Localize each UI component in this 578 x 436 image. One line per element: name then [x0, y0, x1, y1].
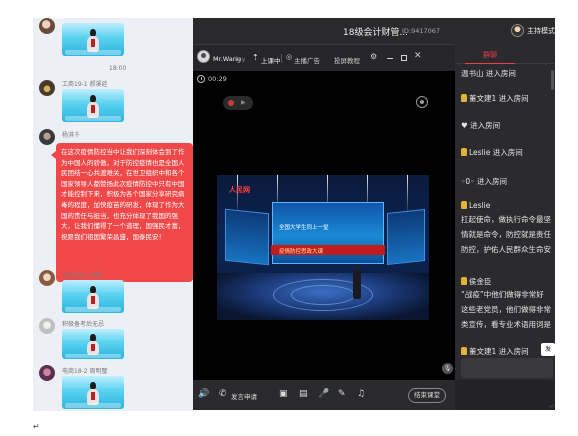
- presenter-name-suffix: lay: [236, 55, 246, 63]
- timestamp: 18:00: [109, 65, 127, 72]
- clock-icon: [197, 75, 205, 83]
- record-control[interactable]: ▶: [223, 96, 253, 110]
- window-title: 18级会计财管...: [343, 28, 409, 38]
- restore-icon[interactable]: [401, 55, 407, 61]
- member-badge-icon: [461, 94, 467, 102]
- video-thumbnail[interactable]: [62, 89, 124, 122]
- chat-message-line: 防控，护佑人民群众生命安: [461, 245, 551, 254]
- member-badge-icon: [461, 201, 467, 209]
- chat-tabs: 群聊: [455, 44, 555, 64]
- cast-tutorial-button[interactable]: 投屏教程: [334, 55, 360, 65]
- host-avatar[interactable]: [511, 24, 524, 37]
- speak-request-button[interactable]: 发言申请: [231, 391, 257, 401]
- scrollbar[interactable]: [551, 70, 554, 90]
- sender-name: 工商19-1 郝溪廷: [62, 81, 108, 88]
- chat-message-line: 扛起使命，做执行命令最坚: [461, 215, 551, 224]
- tab-group-chat[interactable]: 群聊: [483, 50, 497, 60]
- wechat-chat-panel: 18:00 工商19-1 郝溪廷 杨淇千 在这次疫情防控当中让我们深刻体会到了作…: [33, 18, 193, 411]
- music-icon[interactable]: ♫: [357, 389, 365, 399]
- host-mode-button[interactable]: 主持模式: [527, 26, 555, 36]
- avatar[interactable]: [39, 80, 55, 96]
- phone-icon[interactable]: ✆: [219, 389, 227, 399]
- send-button[interactable]: 发: [541, 343, 555, 356]
- target-icon: ◎: [286, 53, 293, 61]
- stage-screen-right: [387, 209, 425, 265]
- class-status-label: 上课中: [261, 57, 281, 65]
- camera-off-icon[interactable]: ▣: [279, 389, 288, 399]
- sender-name: 工商18-2 冯燕: [62, 272, 102, 279]
- chat-entry: ♥ 进入房间: [461, 121, 501, 130]
- player-toolbar: Mr.Wang lay ⇡ 上课中 ◎ 主播广告 投屏教程 ⚙ ✕: [193, 44, 455, 71]
- broadcaster-logo: 人民网: [229, 186, 250, 194]
- member-badge-icon: [461, 277, 467, 285]
- paragraph-mark: ↵: [549, 402, 556, 411]
- avatar[interactable]: [39, 318, 55, 334]
- avatar[interactable]: [39, 129, 55, 145]
- speaker-figure: [353, 265, 361, 299]
- video-thumbnail[interactable]: [62, 280, 124, 313]
- chat-message-line: 情就是命令，防控就是责任: [461, 230, 551, 239]
- video-player[interactable]: Mr.Wang lay ⇡ 上课中 ◎ 主播广告 投屏教程 ⚙ ✕ 00:29 …: [193, 44, 455, 380]
- stage-floor: [217, 273, 429, 320]
- chat-input[interactable]: [461, 358, 553, 378]
- video-thumbnail[interactable]: [62, 329, 124, 359]
- camera-toggle-icon[interactable]: [416, 96, 428, 108]
- paragraph-mark: ↵: [33, 422, 40, 431]
- microphone-icon[interactable]: 🎤: [318, 389, 329, 399]
- microphone-icon[interactable]: 🎙: [442, 363, 453, 374]
- presenter-avatar[interactable]: [197, 50, 210, 63]
- stage-caption: 全国大学生同上一堂: [279, 225, 329, 231]
- bottom-toolbar: 🔊 ✆ 发言申请 ▣ ▤ 🎤 ✎ ♫ 结束课堂: [193, 380, 555, 410]
- chat-entry: Leslie: [461, 201, 490, 210]
- chat-entry: 董文建1 进入房间: [461, 93, 529, 104]
- emoticon-icon: ◦0◦: [461, 177, 475, 186]
- chat-entry: 董文建1 进入房间: [461, 346, 529, 357]
- video-thumbnail[interactable]: [62, 376, 124, 409]
- tab-indicator: [465, 63, 515, 64]
- video-frame[interactable]: 全国大学生同上一堂 疫情防控思政大课 人民网: [217, 175, 429, 320]
- chat-message-line: 这些老党员，他们做得非常: [461, 305, 551, 314]
- video-thumbnail[interactable]: [62, 23, 124, 56]
- elapsed-time: 00:29: [208, 75, 227, 83]
- upload-icon: ⇡: [252, 53, 259, 62]
- host-ad-button[interactable]: 主播广告: [294, 55, 320, 65]
- stage-caption: 疫情防控思政大课: [279, 249, 324, 255]
- chat-entry: ◦0◦ 进入房间: [461, 177, 508, 186]
- chat-entry: Leslie 进入房间: [461, 147, 523, 158]
- image-icon[interactable]: ▤: [299, 389, 308, 399]
- minimize-icon[interactable]: [387, 58, 393, 59]
- member-badge-icon: [461, 347, 467, 355]
- avatar[interactable]: [39, 365, 55, 381]
- edit-icon[interactable]: ✎: [338, 389, 346, 399]
- chat-message-line: “战疫”中他们做得非常好: [461, 290, 544, 299]
- sender-name: 杨淇千: [62, 132, 81, 139]
- heart-icon: ♥: [461, 121, 468, 130]
- sender-name: 积极备考后无忌: [62, 321, 105, 328]
- member-badge-icon: [461, 148, 467, 156]
- end-class-button[interactable]: 结束课堂: [408, 388, 446, 403]
- chat-message-line: 类宣传，看专业术语用词是: [461, 320, 551, 329]
- settings-icon[interactable]: ⚙: [370, 52, 377, 61]
- avatar[interactable]: [39, 270, 55, 286]
- group-chat-panel: 群聊 温书山 进入房间 董文建1 进入房间 ♥ 进入房间 Leslie 进入房间…: [455, 44, 555, 380]
- live-class-window: 18级会计财管... ID:9417067 主持模式 Mr.Wang lay ⇡…: [193, 18, 555, 410]
- chat-message-text[interactable]: 在这次疫情防控当中让我们深刻体会到了作为中国人的骄傲。对于防控疫情也是全国人民团…: [51, 143, 193, 282]
- title-bar: 18级会计财管... ID:9417067 主持模式: [193, 18, 555, 44]
- play-icon: ▶: [241, 99, 246, 106]
- close-icon[interactable]: ✕: [414, 51, 422, 61]
- chat-entry: 温书山 进入房间: [461, 69, 516, 78]
- volume-icon[interactable]: 🔊: [198, 389, 209, 399]
- chat-entry: 侯金臣: [461, 276, 492, 287]
- avatar[interactable]: [39, 18, 55, 34]
- toolbar-spacer: [455, 380, 555, 410]
- record-dot-icon: [228, 100, 234, 106]
- stage-screen-left: [225, 208, 269, 266]
- sender-name: 电商18-2 周明璧: [62, 368, 108, 375]
- room-id: ID:9417067: [402, 27, 441, 35]
- divider: [281, 54, 282, 63]
